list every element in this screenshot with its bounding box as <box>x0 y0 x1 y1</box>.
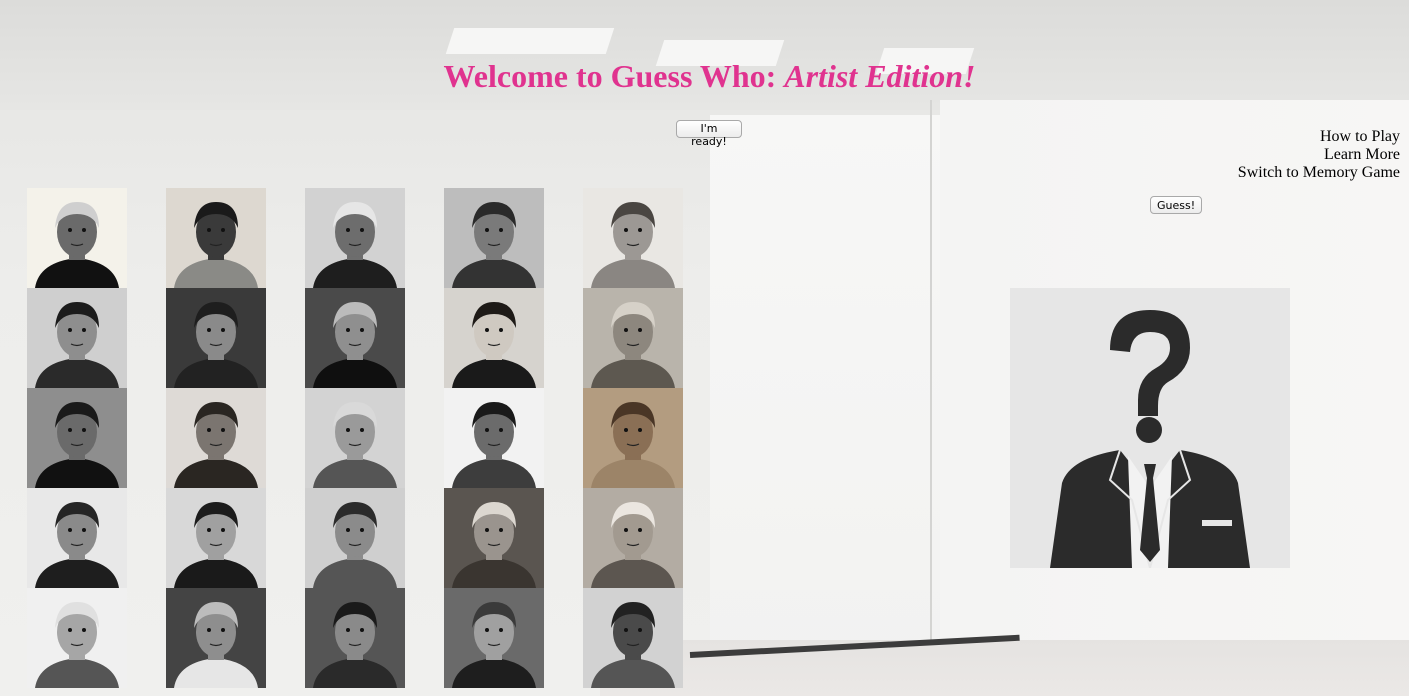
artist-portrait-12[interactable] <box>166 388 266 488</box>
side-menu: How to Play Learn More Switch to Memory … <box>1238 128 1400 182</box>
switch-to-memory-game-link[interactable]: Switch to Memory Game <box>1238 164 1400 182</box>
artist-portrait-25[interactable] <box>583 588 683 688</box>
portrait-photo-icon <box>583 188 683 288</box>
portrait-photo-icon <box>444 488 544 588</box>
artist-portrait-23[interactable] <box>305 588 405 688</box>
how-to-play-link[interactable]: How to Play <box>1238 128 1400 146</box>
im-ready-button[interactable]: I'm ready! <box>676 120 742 148</box>
page-title-emphasis: Artist Edition! <box>784 58 976 94</box>
artist-portrait-15[interactable] <box>583 388 683 488</box>
portrait-photo-icon <box>583 488 683 588</box>
artist-portrait-2[interactable] <box>166 188 266 288</box>
artist-portrait-22[interactable] <box>166 588 266 688</box>
artist-portrait-7[interactable] <box>166 288 266 388</box>
portrait-photo-icon <box>166 588 266 688</box>
artist-portrait-19[interactable] <box>444 488 544 588</box>
mystery-person-card <box>1010 288 1290 568</box>
portrait-photo-icon <box>444 388 544 488</box>
portrait-photo-icon <box>444 588 544 688</box>
artist-portrait-18[interactable] <box>305 488 405 588</box>
artist-portrait-13[interactable] <box>305 388 405 488</box>
portrait-photo-icon <box>305 488 405 588</box>
question-mark-person-icon <box>1010 288 1290 568</box>
guess-button[interactable]: Guess! <box>1150 196 1202 214</box>
artist-portrait-4[interactable] <box>444 188 544 288</box>
portrait-grid <box>27 188 687 688</box>
artist-portrait-21[interactable] <box>27 588 127 688</box>
artist-portrait-6[interactable] <box>27 288 127 388</box>
artist-portrait-1[interactable] <box>27 188 127 288</box>
artist-portrait-24[interactable] <box>444 588 544 688</box>
artist-portrait-10[interactable] <box>583 288 683 388</box>
artist-portrait-11[interactable] <box>27 388 127 488</box>
portrait-photo-icon <box>27 588 127 688</box>
artist-portrait-8[interactable] <box>305 288 405 388</box>
artist-portrait-5[interactable] <box>583 188 683 288</box>
learn-more-link[interactable]: Learn More <box>1238 146 1400 164</box>
artist-portrait-16[interactable] <box>27 488 127 588</box>
artist-portrait-3[interactable] <box>305 188 405 288</box>
portrait-photo-icon <box>305 588 405 688</box>
artist-portrait-9[interactable] <box>444 288 544 388</box>
portrait-photo-icon <box>305 388 405 488</box>
artist-portrait-17[interactable] <box>166 488 266 588</box>
portrait-photo-icon <box>27 188 127 288</box>
portrait-photo-icon <box>305 188 405 288</box>
artist-portrait-20[interactable] <box>583 488 683 588</box>
portrait-photo-icon <box>583 288 683 388</box>
portrait-photo-icon <box>305 288 405 388</box>
portrait-photo-icon <box>583 588 683 688</box>
portrait-photo-icon <box>27 488 127 588</box>
portrait-photo-icon <box>444 288 544 388</box>
portrait-photo-icon <box>444 188 544 288</box>
portrait-photo-icon <box>166 188 266 288</box>
portrait-photo-icon <box>583 388 683 488</box>
portrait-photo-icon <box>166 488 266 588</box>
portrait-photo-icon <box>166 388 266 488</box>
page-title: Welcome to Guess Who: Artist Edition! <box>443 58 976 94</box>
portrait-photo-icon <box>166 288 266 388</box>
portrait-photo-icon <box>27 288 127 388</box>
portrait-photo-icon <box>27 388 127 488</box>
artist-portrait-14[interactable] <box>444 388 544 488</box>
